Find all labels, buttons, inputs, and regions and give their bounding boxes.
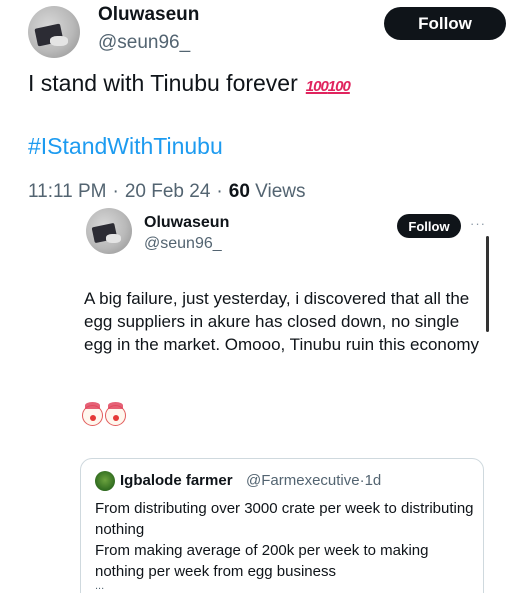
hashtag-link[interactable]: #IStandWithTinubu xyxy=(28,133,223,160)
nested-author-handle-line: @Farmexecutive·1d xyxy=(246,472,381,489)
tweet-date[interactable]: 20 Feb 24 xyxy=(125,181,211,203)
meta-separator: · xyxy=(112,181,119,202)
clown-emoji-row xyxy=(82,402,126,426)
nested-quote-line: From distributing over 3000 crate per we… xyxy=(95,500,474,538)
nested-author-handle: @Farmexecutive xyxy=(246,472,360,489)
author-handle[interactable]: @seun96_ xyxy=(98,32,190,54)
view-count-label: Views xyxy=(255,181,306,202)
nested-quote-text: From distributing over 3000 crate per we… xyxy=(95,498,475,582)
hundred-points-emoji: 100100 xyxy=(305,70,351,97)
nested-age: 1d xyxy=(364,472,382,489)
tweet-meta: 11:11 PM · 20 Feb 24 · 60 Views xyxy=(28,181,306,203)
clown-face-icon xyxy=(105,402,126,426)
tweet-body: I stand with Tinubu forever xyxy=(28,70,298,96)
nested-author-avatar xyxy=(95,471,115,491)
author-name[interactable]: Oluwaseun xyxy=(98,4,199,26)
hundred-points-icon: 100 xyxy=(305,78,329,95)
more-options-icon[interactable]: ··· xyxy=(470,216,486,231)
view-count-number: 60 xyxy=(228,181,250,202)
quoted-tweet-text: A big failure, just yesterday, i discove… xyxy=(84,289,479,354)
nested-author-name: Igbalode farmer xyxy=(120,472,233,489)
view-count[interactable]: 60 Views xyxy=(229,181,306,203)
follow-button[interactable]: Follow xyxy=(384,7,506,40)
meta-separator: · xyxy=(216,181,223,202)
quoted-author-handle[interactable]: @seun96_ xyxy=(144,235,222,253)
quoted-follow-button[interactable]: Follow xyxy=(397,214,461,238)
tweet-text: I stand with Tinubu forever 100100 xyxy=(28,70,351,97)
author-avatar[interactable] xyxy=(28,6,80,58)
nested-quote-ellipsis: ... xyxy=(95,580,105,592)
clown-face-icon xyxy=(82,402,103,426)
nested-quote-line: From making average of 200k per week to … xyxy=(95,542,429,580)
quoted-author-avatar[interactable] xyxy=(86,208,132,254)
hundred-points-icon: 100 xyxy=(327,78,351,95)
quoted-author-name[interactable]: Oluwaseun xyxy=(144,214,229,232)
tweet-time[interactable]: 11:11 PM xyxy=(28,181,107,203)
